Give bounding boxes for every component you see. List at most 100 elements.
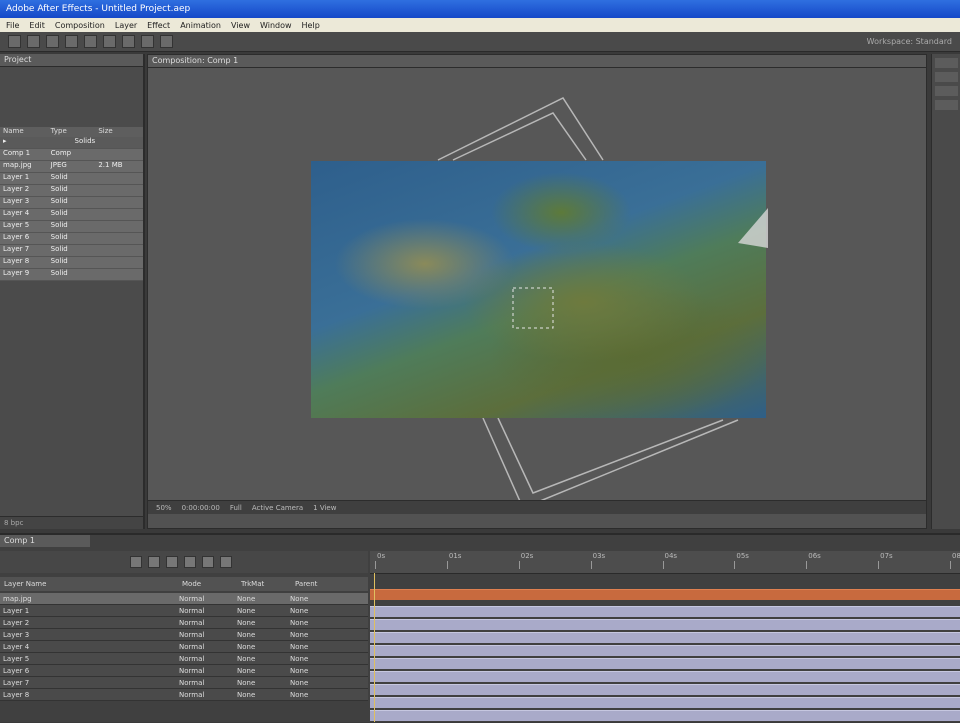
menu-help[interactable]: Help bbox=[302, 21, 320, 30]
timeline-layer-row[interactable]: Layer 7 Normal None None bbox=[0, 677, 368, 689]
pan-behind-tool-icon[interactable] bbox=[103, 35, 116, 48]
column-size[interactable]: Size bbox=[95, 127, 143, 137]
layer-trkmat[interactable]: None bbox=[234, 679, 287, 687]
timeline-layer-row[interactable]: Layer 6 Normal None None bbox=[0, 665, 368, 677]
layer-duration-bar[interactable] bbox=[370, 645, 960, 656]
layer-mode[interactable]: Normal bbox=[176, 679, 234, 687]
project-item[interactable]: Layer 1 Solid bbox=[0, 173, 143, 185]
layer-trkmat[interactable]: None bbox=[234, 655, 287, 663]
draft-3d-icon[interactable] bbox=[148, 556, 160, 568]
layer-duration-bar[interactable] bbox=[370, 684, 960, 695]
anchor-point-icon[interactable] bbox=[512, 287, 554, 329]
timeline-layer-row[interactable]: map.jpg Normal None None bbox=[0, 593, 368, 605]
project-item[interactable]: map.jpg JPEG 2.1 MB bbox=[0, 161, 143, 173]
project-folder[interactable]: ▸ Solids bbox=[0, 137, 143, 149]
motion-blur-icon[interactable] bbox=[202, 556, 214, 568]
layer-parent[interactable]: None bbox=[287, 643, 360, 651]
layer-parent[interactable]: None bbox=[287, 679, 360, 687]
timeline-layer-row[interactable]: Layer 1 Normal None None bbox=[0, 605, 368, 617]
graph-editor-icon[interactable] bbox=[220, 556, 232, 568]
menu-layer[interactable]: Layer bbox=[115, 21, 137, 30]
workspace-selector[interactable]: Workspace: Standard bbox=[867, 37, 952, 46]
project-item[interactable]: Layer 5 Solid bbox=[0, 221, 143, 233]
menu-composition[interactable]: Composition bbox=[55, 21, 105, 30]
column-layer-name[interactable]: Layer Name bbox=[0, 580, 79, 588]
current-time-display[interactable]: 0:00:00:00 bbox=[182, 504, 220, 512]
column-mode[interactable]: Mode bbox=[178, 580, 237, 588]
project-item[interactable]: Layer 8 Solid bbox=[0, 257, 143, 269]
project-tab[interactable]: Project bbox=[0, 54, 143, 67]
rotate-tool-icon[interactable] bbox=[65, 35, 78, 48]
effects-block[interactable] bbox=[935, 100, 958, 110]
layer-duration-bar[interactable] bbox=[370, 632, 960, 643]
column-name[interactable]: Name bbox=[0, 127, 48, 137]
zoom-tool-icon[interactable] bbox=[46, 35, 59, 48]
layer-parent[interactable]: None bbox=[287, 667, 360, 675]
layer-trkmat[interactable]: None bbox=[234, 643, 287, 651]
menu-edit[interactable]: Edit bbox=[29, 21, 45, 30]
menu-effect[interactable]: Effect bbox=[147, 21, 170, 30]
layer-parent[interactable]: None bbox=[287, 631, 360, 639]
layer-trkmat[interactable]: None bbox=[234, 691, 287, 699]
column-type[interactable]: Type bbox=[48, 127, 96, 137]
timeline-layer-row[interactable]: Layer 5 Normal None None bbox=[0, 653, 368, 665]
layer-mode[interactable]: Normal bbox=[176, 631, 234, 639]
info-block[interactable] bbox=[935, 58, 958, 68]
layer-parent[interactable]: None bbox=[287, 595, 360, 603]
layer-parent[interactable]: None bbox=[287, 655, 360, 663]
timeline-tab[interactable]: Comp 1 bbox=[0, 535, 90, 547]
layer-duration-bar[interactable] bbox=[370, 671, 960, 682]
project-item[interactable]: Layer 2 Solid bbox=[0, 185, 143, 197]
layer-mode[interactable]: Normal bbox=[176, 595, 234, 603]
text-tool-icon[interactable] bbox=[160, 35, 173, 48]
layer-mode[interactable]: Normal bbox=[176, 643, 234, 651]
mask-tool-icon[interactable] bbox=[122, 35, 135, 48]
layer-trkmat[interactable]: None bbox=[234, 667, 287, 675]
magnification-dropdown[interactable]: 50% bbox=[156, 504, 172, 512]
layer-parent[interactable]: None bbox=[287, 619, 360, 627]
layer-duration-bar[interactable] bbox=[370, 710, 960, 721]
column-parent[interactable]: Parent bbox=[291, 580, 365, 588]
project-item[interactable]: Comp 1 Comp bbox=[0, 149, 143, 161]
layer-parent[interactable]: None bbox=[287, 607, 360, 615]
pen-tool-icon[interactable] bbox=[141, 35, 154, 48]
project-footer[interactable]: 8 bpc bbox=[0, 516, 143, 529]
project-item[interactable]: Layer 3 Solid bbox=[0, 197, 143, 209]
layer-duration-bar[interactable] bbox=[370, 658, 960, 669]
comp-mini-flowchart-icon[interactable] bbox=[130, 556, 142, 568]
layer-trkmat[interactable]: None bbox=[234, 631, 287, 639]
menu-window[interactable]: Window bbox=[260, 21, 292, 30]
project-item[interactable]: Layer 6 Solid bbox=[0, 233, 143, 245]
column-trkmat[interactable]: TrkMat bbox=[237, 580, 291, 588]
composition-tab[interactable]: Composition: Comp 1 bbox=[148, 55, 926, 68]
work-area-bar[interactable] bbox=[370, 589, 960, 600]
current-time-indicator[interactable] bbox=[374, 573, 375, 722]
project-item[interactable]: Layer 4 Solid bbox=[0, 209, 143, 221]
camera-view-dropdown[interactable]: Active Camera bbox=[252, 504, 303, 512]
layer-mode[interactable]: Normal bbox=[176, 607, 234, 615]
layer-parent[interactable]: None bbox=[287, 691, 360, 699]
composition-viewer[interactable]: 50% 0:00:00:00 Full Active Camera 1 View bbox=[148, 68, 926, 514]
timeline-layer-row[interactable]: Layer 3 Normal None None bbox=[0, 629, 368, 641]
menu-animation[interactable]: Animation bbox=[180, 21, 221, 30]
layer-trkmat[interactable]: None bbox=[234, 595, 287, 603]
timeline-layer-row[interactable]: Layer 4 Normal None None bbox=[0, 641, 368, 653]
menu-view[interactable]: View bbox=[231, 21, 250, 30]
layer-mode[interactable]: Normal bbox=[176, 691, 234, 699]
layer-duration-bar[interactable] bbox=[370, 697, 960, 708]
menu-file[interactable]: File bbox=[6, 21, 19, 30]
project-item[interactable]: Layer 7 Solid bbox=[0, 245, 143, 257]
layer-mode[interactable]: Normal bbox=[176, 667, 234, 675]
time-ruler[interactable]: 0s 01s 02s 03s 04s 05s 06s 07s 08s bbox=[370, 551, 960, 574]
selection-tool-icon[interactable] bbox=[8, 35, 21, 48]
layer-trkmat[interactable]: None bbox=[234, 607, 287, 615]
timeline-layer-row[interactable]: Layer 8 Normal None None bbox=[0, 689, 368, 701]
layer-duration-bar[interactable] bbox=[370, 619, 960, 630]
view-layout-dropdown[interactable]: 1 View bbox=[313, 504, 336, 512]
shy-layers-icon[interactable] bbox=[166, 556, 178, 568]
layer-mode[interactable]: Normal bbox=[176, 655, 234, 663]
hand-tool-icon[interactable] bbox=[27, 35, 40, 48]
camera-tool-icon[interactable] bbox=[84, 35, 97, 48]
project-item[interactable]: Layer 9 Solid bbox=[0, 269, 143, 281]
audio-block[interactable] bbox=[935, 72, 958, 82]
